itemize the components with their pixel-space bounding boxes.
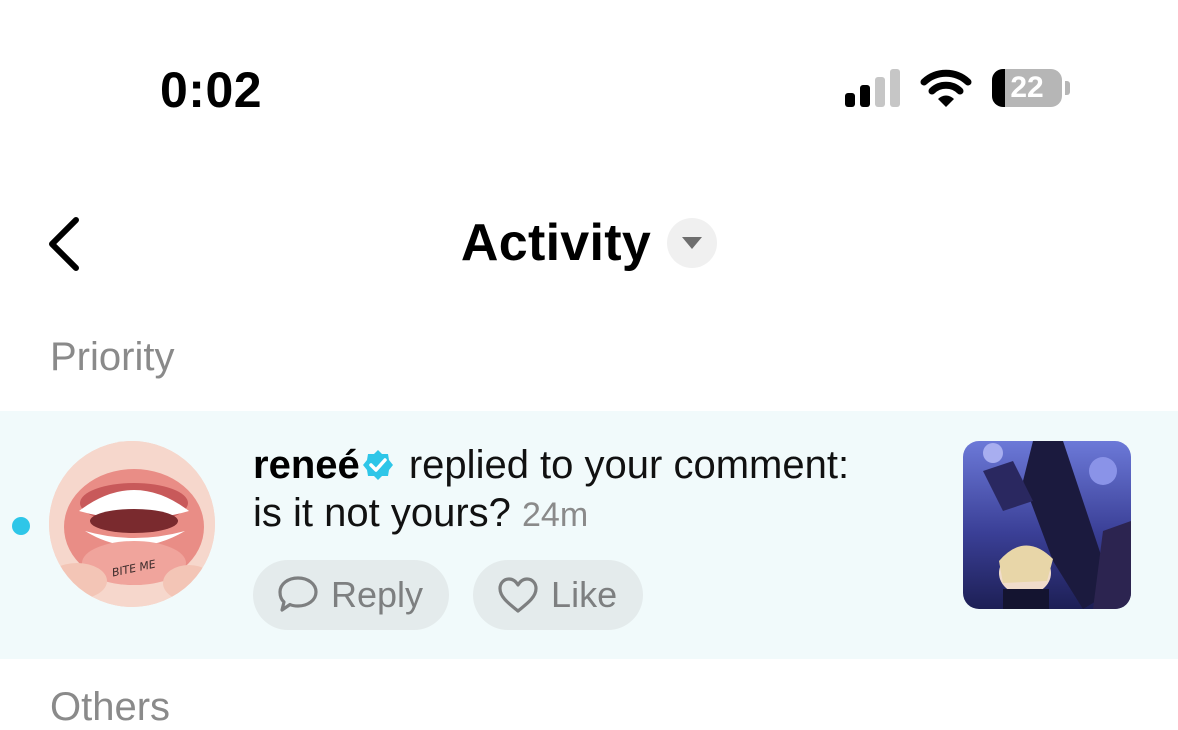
reply-button[interactable]: Reply [253,560,450,630]
avatar[interactable]: BITE ME [49,441,215,607]
notification-action-text: replied to your comment: [397,443,850,487]
section-header-priority: Priority [50,335,175,379]
notification-timestamp: 24m [522,496,589,534]
nav-title-bar: Activity [0,212,1178,274]
unread-indicator [12,517,30,535]
battery-icon: 22 [992,69,1070,107]
wifi-icon [920,69,972,107]
heart-icon [498,577,538,613]
page-title[interactable]: Activity [461,212,651,274]
notification-comment-text: is it not yours? [253,491,511,535]
like-button-label: Like [551,574,618,615]
signal-icon [845,69,900,107]
notification-text: reneé replied to your comment: is it not… [253,441,933,539]
status-time: 0:02 [160,62,263,118]
verified-badge-icon [362,450,393,480]
notification-actions: Reply Like [253,560,644,630]
like-button[interactable]: Like [473,560,644,630]
status-icons: 22 [845,66,1070,110]
section-header-others: Others [50,685,171,729]
post-thumbnail[interactable] [963,441,1131,609]
activity-filter-dropdown[interactable] [667,218,718,268]
reply-button-label: Reply [331,574,424,615]
battery-level: 22 [1010,71,1044,104]
comment-bubble-icon [278,576,318,612]
notification-username[interactable]: reneé [253,443,360,487]
dropdown-triangle-icon [682,237,703,249]
